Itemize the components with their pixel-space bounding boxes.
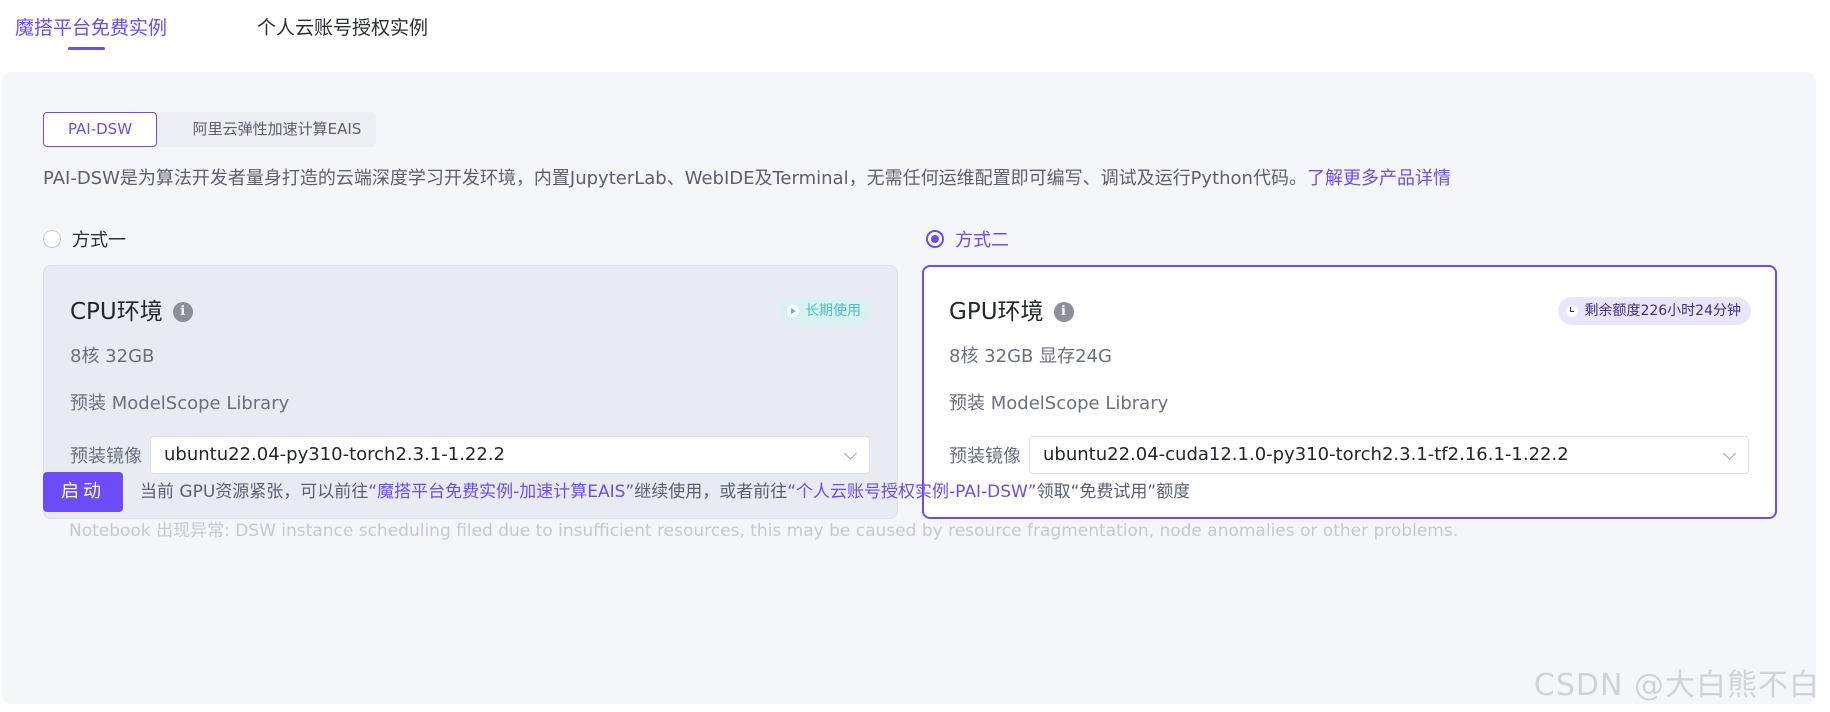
gpu-library: 预装 ModelScope Library bbox=[949, 393, 1169, 414]
notice-text-3: 领取“免费试用”额度 bbox=[1036, 482, 1191, 502]
cpu-image-select[interactable]: ubuntu22.04-py310-torch2.3.1-1.22.2 bbox=[150, 436, 870, 474]
segment-pai-dsw[interactable]: PAI-DSW bbox=[43, 112, 157, 147]
clock-icon bbox=[1566, 305, 1579, 317]
radio-option-1[interactable]: 方式一 bbox=[43, 226, 126, 252]
notice-text-2: 继续使用，或者前往 bbox=[634, 482, 788, 502]
resource-notice: 当前 GPU资源紧张，可以前往“魔搭平台免费实例-加速计算EAIS”继续使用，或… bbox=[140, 479, 1190, 505]
tab-modelscope-free-instance[interactable]: 魔搭平台免费实例 bbox=[15, 14, 167, 42]
active-tab-underline bbox=[68, 47, 105, 50]
gpu-badge-text: 剩余额度226小时24分钟 bbox=[1584, 303, 1741, 319]
long-term-badge: 长期使用 bbox=[779, 297, 871, 325]
cpu-image-row: 预装镜像 ubuntu22.04-py310-torch2.3.1-1.22.2 bbox=[70, 436, 870, 474]
radio-label-option-1: 方式一 bbox=[72, 230, 126, 251]
radio-circle-option-1[interactable] bbox=[43, 230, 61, 248]
gpu-card-title: GPU环境 i bbox=[949, 296, 1074, 328]
cpu-library: 预装 ModelScope Library bbox=[70, 393, 290, 414]
cpu-card-title: CPU环境 i bbox=[70, 296, 193, 328]
gpu-image-label: 预装镜像 bbox=[949, 446, 1021, 467]
radio-option-2[interactable]: 方式二 bbox=[926, 226, 1009, 252]
top-tabs: 魔搭平台免费实例 个人云账号授权实例 bbox=[0, 0, 1830, 62]
start-button[interactable]: 启动 bbox=[43, 472, 123, 512]
gpu-image-select[interactable]: ubuntu22.04-cuda12.1.0-py310-torch2.3.1-… bbox=[1029, 436, 1749, 474]
info-icon[interactable]: i bbox=[172, 302, 193, 322]
cpu-image-value: ubuntu22.04-py310-torch2.3.1-1.22.2 bbox=[164, 444, 505, 465]
gpu-image-value: ubuntu22.04-cuda12.1.0-py310-torch2.3.1-… bbox=[1043, 444, 1569, 465]
gpu-title-text: GPU环境 bbox=[949, 299, 1044, 325]
radio-label-option-2: 方式二 bbox=[955, 230, 1009, 251]
tab-personal-cloud-instance[interactable]: 个人云账号授权实例 bbox=[257, 14, 428, 42]
chevron-down-icon bbox=[1723, 447, 1736, 460]
cpu-image-label: 预装镜像 bbox=[70, 446, 142, 467]
cpu-badge-text: 长期使用 bbox=[805, 303, 861, 319]
description-text: PAI-DSW是为算法开发者量身打造的云端深度学习开发环境，内置JupyterL… bbox=[43, 168, 1307, 189]
remaining-quota-badge: 剩余额度226小时24分钟 bbox=[1558, 297, 1751, 325]
learn-more-link[interactable]: 了解更多产品详情 bbox=[1307, 168, 1451, 189]
cpu-spec: 8核 32GB bbox=[70, 346, 155, 367]
play-icon bbox=[787, 305, 799, 317]
eais-link[interactable]: “魔搭平台免费实例-加速计算EAIS” bbox=[368, 482, 634, 502]
product-segment: PAI-DSW 阿里云弹性加速计算EAIS bbox=[43, 112, 376, 147]
instance-panel: PAI-DSW 阿里云弹性加速计算EAIS PAI-DSW是为算法开发者量身打造… bbox=[2, 72, 1816, 704]
gpu-image-row: 预装镜像 ubuntu22.04-cuda12.1.0-py310-torch2… bbox=[949, 436, 1749, 474]
notebook-error-message: Notebook 出现异常: DSW instance scheduling f… bbox=[69, 521, 1459, 541]
gpu-spec: 8核 32GB 显存24G bbox=[949, 346, 1112, 367]
segment-eais[interactable]: 阿里云弹性加速计算EAIS bbox=[178, 112, 376, 147]
notice-text-1: 当前 GPU资源紧张，可以前往 bbox=[140, 482, 369, 502]
cpu-title-text: CPU环境 bbox=[70, 299, 163, 325]
radio-circle-option-2[interactable] bbox=[926, 230, 944, 248]
chevron-down-icon bbox=[844, 447, 857, 460]
info-icon[interactable]: i bbox=[1053, 302, 1074, 322]
product-description: PAI-DSW是为算法开发者量身打造的云端深度学习开发环境，内置JupyterL… bbox=[43, 166, 1451, 192]
watermark: CSDN @大白熊不白 bbox=[1533, 668, 1820, 703]
pai-dsw-link[interactable]: “个人云账号授权实例-PAI-DSW” bbox=[787, 482, 1036, 502]
